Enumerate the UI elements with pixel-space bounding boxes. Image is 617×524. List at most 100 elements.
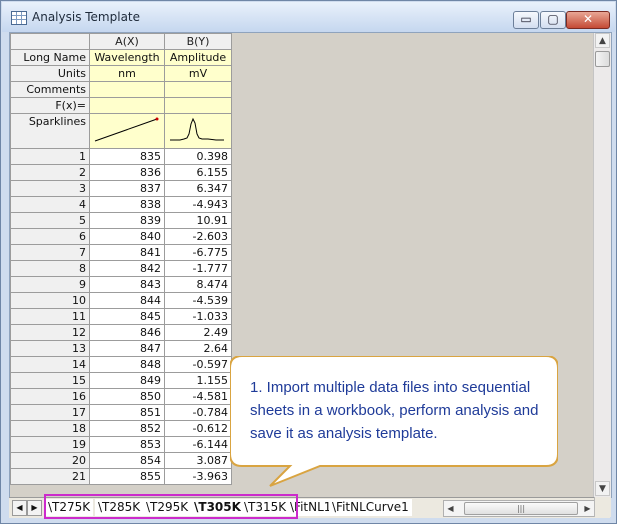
tab-scroll-left-icon[interactable]: ◀	[12, 500, 27, 516]
cell-b[interactable]: -0.597	[164, 356, 232, 373]
cell-a[interactable]: 854	[89, 452, 165, 469]
cell-b[interactable]: -1.777	[164, 260, 232, 277]
cell-a[interactable]: 838	[89, 196, 165, 213]
comments-a[interactable]	[89, 81, 165, 98]
select-all-corner[interactable]	[10, 33, 90, 50]
cell-b[interactable]: 6.155	[164, 164, 232, 181]
row-label-comments[interactable]: Comments	[10, 81, 90, 98]
cell-b[interactable]: -4.539	[164, 292, 232, 309]
cell-a[interactable]: 848	[89, 356, 165, 373]
table-row: 11 845 -1.033	[10, 308, 232, 325]
cell-b[interactable]: -0.784	[164, 404, 232, 421]
row-number[interactable]: 7	[10, 244, 90, 261]
cell-b[interactable]: 2.64	[164, 340, 232, 357]
cell-a[interactable]: 855	[89, 468, 165, 485]
row-number[interactable]: 1	[10, 148, 90, 165]
scroll-down-icon[interactable]: ▼	[595, 481, 610, 496]
resize-grip[interactable]	[594, 497, 611, 517]
cell-a[interactable]: 841	[89, 244, 165, 261]
cell-b[interactable]: 1.155	[164, 372, 232, 389]
cell-a[interactable]: 846	[89, 324, 165, 341]
cell-a[interactable]: 847	[89, 340, 165, 357]
title-bar[interactable]: Analysis Template ▭ ▢ ✕	[2, 2, 615, 32]
cell-b[interactable]: -4.943	[164, 196, 232, 213]
maximize-button[interactable]: ▢	[540, 11, 566, 29]
column-header-a[interactable]: A(X)	[89, 33, 165, 50]
row-number[interactable]: 11	[10, 308, 90, 325]
table-row: 17 851 -0.784	[10, 404, 232, 421]
row-number[interactable]: 15	[10, 372, 90, 389]
fx-b[interactable]	[164, 97, 232, 114]
close-button[interactable]: ✕	[566, 11, 610, 29]
cell-a[interactable]: 840	[89, 228, 165, 245]
row-number[interactable]: 17	[10, 404, 90, 421]
row-number[interactable]: 3	[10, 180, 90, 197]
cell-b[interactable]: -2.603	[164, 228, 232, 245]
units-a[interactable]: nm	[89, 65, 165, 82]
cell-a[interactable]: 845	[89, 308, 165, 325]
row-number[interactable]: 9	[10, 276, 90, 293]
row-label-units[interactable]: Units	[10, 65, 90, 82]
row-number[interactable]: 16	[10, 388, 90, 405]
row-label-long-name[interactable]: Long Name	[10, 49, 90, 66]
row-number[interactable]: 5	[10, 212, 90, 229]
cell-a[interactable]: 835	[89, 148, 165, 165]
cell-b[interactable]: -1.033	[164, 308, 232, 325]
vertical-scrollbar[interactable]: ▲ ▼	[593, 33, 611, 497]
cell-b[interactable]: 10.91	[164, 212, 232, 229]
scroll-left-icon[interactable]: ◀	[444, 501, 457, 516]
cell-a[interactable]: 843	[89, 276, 165, 293]
row-label-fx[interactable]: F(x)=	[10, 97, 90, 114]
long-name-a[interactable]: Wavelength	[89, 49, 165, 66]
comments-b[interactable]	[164, 81, 232, 98]
cell-a[interactable]: 853	[89, 436, 165, 453]
row-number[interactable]: 8	[10, 260, 90, 277]
cell-b[interactable]: 3.087	[164, 452, 232, 469]
column-header-b[interactable]: B(Y)	[164, 33, 232, 50]
vertical-scroll-thumb[interactable]	[595, 51, 610, 67]
row-number[interactable]: 4	[10, 196, 90, 213]
tab-scroll-right-icon[interactable]: ▶	[27, 500, 42, 516]
long-name-b[interactable]: Amplitude	[164, 49, 232, 66]
fx-a[interactable]	[89, 97, 165, 114]
cell-a[interactable]: 837	[89, 180, 165, 197]
row-number[interactable]: 19	[10, 436, 90, 453]
minimize-button[interactable]: ▭	[513, 11, 539, 29]
scroll-right-icon[interactable]: ▶	[581, 501, 594, 516]
cell-a[interactable]: 849	[89, 372, 165, 389]
cell-b[interactable]: 0.398	[164, 148, 232, 165]
row-number[interactable]: 21	[10, 468, 90, 485]
sparkline-b-cell[interactable]	[164, 113, 232, 149]
row-number[interactable]: 13	[10, 340, 90, 357]
units-b[interactable]: mV	[164, 65, 232, 82]
cell-b[interactable]: -6.775	[164, 244, 232, 261]
cell-a[interactable]: 836	[89, 164, 165, 181]
cell-b[interactable]: 6.347	[164, 180, 232, 197]
cell-a[interactable]: 851	[89, 404, 165, 421]
cell-b[interactable]: -3.963	[164, 468, 232, 485]
cell-a[interactable]: 839	[89, 212, 165, 229]
tab-fitnlcurve1[interactable]: \FitNLCurve1	[329, 499, 412, 516]
horizontal-scrollbar[interactable]: ◀ ||| ▶	[443, 500, 595, 517]
row-number[interactable]: 10	[10, 292, 90, 309]
cell-a[interactable]: 842	[89, 260, 165, 277]
horizontal-scroll-thumb[interactable]: |||	[464, 502, 578, 515]
row-number[interactable]: 6	[10, 228, 90, 245]
cell-b[interactable]: -6.144	[164, 436, 232, 453]
row-label-sparklines[interactable]: Sparklines	[10, 113, 90, 149]
cell-b[interactable]: -0.612	[164, 420, 232, 437]
row-number[interactable]: 2	[10, 164, 90, 181]
scroll-up-icon[interactable]: ▲	[595, 33, 610, 48]
row-number[interactable]: 18	[10, 420, 90, 437]
sparkline-a-cell[interactable]	[89, 113, 165, 149]
cell-b[interactable]: 2.49	[164, 324, 232, 341]
cell-a[interactable]: 844	[89, 292, 165, 309]
cell-b[interactable]: 8.474	[164, 276, 232, 293]
cell-a[interactable]: 850	[89, 388, 165, 405]
cell-a[interactable]: 852	[89, 420, 165, 437]
cell-b[interactable]: -4.581	[164, 388, 232, 405]
row-number[interactable]: 20	[10, 452, 90, 469]
tab-label: FitNL1	[294, 500, 332, 514]
row-number[interactable]: 14	[10, 356, 90, 373]
row-number[interactable]: 12	[10, 324, 90, 341]
